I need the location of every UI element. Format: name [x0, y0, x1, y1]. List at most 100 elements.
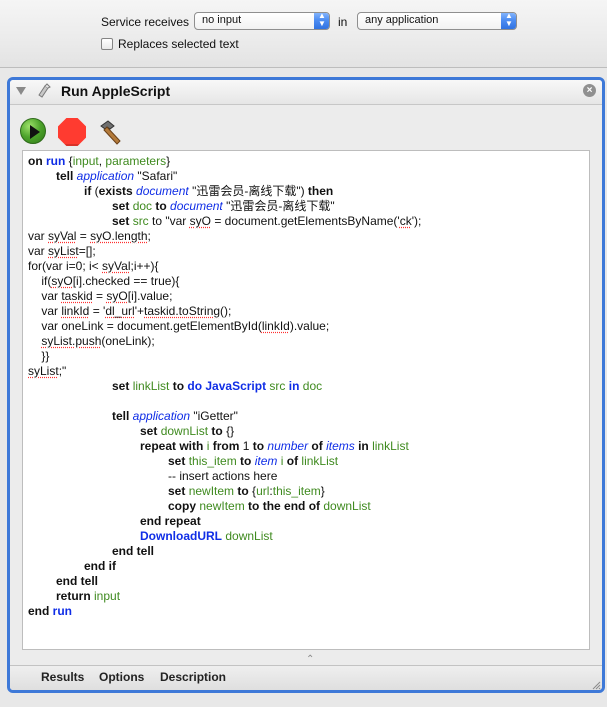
code-token: end tell — [56, 574, 99, 588]
code-line: end repeat — [28, 514, 421, 529]
code-line: end if — [28, 559, 421, 574]
code-token: doc — [132, 199, 153, 213]
code-line: var taskid = syO[i].value; — [28, 289, 421, 304]
editor-resize-handle[interactable]: ⌃ — [306, 654, 314, 665]
resize-grip-icon[interactable] — [591, 680, 601, 690]
code-token: set — [112, 199, 133, 213]
service-config-bar: Service receives no input ▲ ▼ in any appl… — [0, 0, 607, 68]
code-token: linkList — [132, 379, 170, 393]
code-token: ;" — [58, 364, 67, 378]
code-token: taskid.toString — [144, 304, 221, 318]
code-line: -- insert actions here — [28, 469, 421, 484]
code-line: set linkList to do JavaScript src in doc — [28, 379, 421, 394]
code-token: do JavaScript — [187, 379, 267, 393]
code-token: doc — [302, 379, 323, 393]
code-token: document — [136, 184, 189, 198]
code-token: taskid — [61, 289, 93, 303]
code-token: } — [166, 154, 171, 168]
code-token: syList — [48, 244, 79, 258]
code-token: input — [72, 154, 99, 168]
code-token: downList — [323, 499, 371, 513]
code-token: var — [28, 244, 49, 258]
code-token: to — [208, 424, 227, 438]
code-token: linkId — [261, 319, 290, 333]
code-token: to the end of — [244, 499, 324, 513]
code-token: src — [132, 214, 149, 228]
code-token: -- insert actions here — [168, 469, 278, 483]
code-token: application — [132, 409, 191, 423]
code-token: linkList — [372, 439, 409, 453]
code-token: newItem — [199, 499, 245, 513]
code-token: document — [170, 199, 223, 213]
run-button[interactable] — [20, 118, 46, 144]
code-token: var — [28, 289, 62, 303]
input-type-select[interactable]: no input ▲ ▼ — [194, 12, 330, 30]
code-token: tell — [112, 409, 133, 423]
code-token: item — [254, 454, 278, 468]
code-line: copy newItem to the end of downList — [28, 499, 421, 514]
code-line: var syVal = syO.length; — [28, 229, 421, 244]
code-line: set doc to document "迅雷会员-离线下载" — [28, 199, 421, 214]
code-token: { — [65, 154, 73, 168]
code-token: syVal — [102, 259, 131, 273]
code-line: set src to "var syO = document.getElemen… — [28, 214, 421, 229]
code-token: (); — [220, 304, 232, 318]
service-receives-label: Service receives — [101, 15, 190, 29]
code-token: ; — [147, 229, 151, 243]
code-token: "iGetter" — [190, 409, 238, 423]
code-token: run — [52, 604, 73, 618]
code-token: this_item — [188, 454, 237, 468]
code-token: = — [76, 229, 91, 243]
code-token: '); — [411, 214, 422, 228]
code-token: "迅雷会员-离线下载" — [222, 199, 335, 213]
applescript-editor[interactable]: on run {input, parameters} tell applicati… — [22, 150, 590, 650]
code-token: end tell — [112, 544, 155, 558]
code-line: var linkId = 'dl_url'+taskid.toString(); — [28, 304, 421, 319]
results-tab[interactable]: Results — [41, 670, 84, 684]
code-token: var — [28, 304, 62, 318]
code-token: syList — [28, 364, 59, 378]
action-header: Run AppleScript × — [10, 80, 602, 105]
code-token: to — [249, 439, 268, 453]
code-token: set — [140, 424, 161, 438]
replaces-selected-text-checkbox[interactable] — [101, 38, 113, 50]
code-token: to — [169, 379, 188, 393]
code-token: '+ — [134, 304, 144, 318]
script-icon — [38, 83, 51, 98]
code-token: items — [326, 439, 355, 453]
code-token: ).value; — [289, 319, 330, 333]
code-token: syO.length — [90, 229, 148, 243]
description-tab[interactable]: Description — [160, 670, 226, 684]
code-token: input — [94, 589, 121, 603]
code-token: set — [112, 214, 133, 228]
select-arrows-icon: ▲ ▼ — [501, 13, 516, 29]
application-select[interactable]: any application ▲ ▼ — [357, 12, 517, 30]
code-token: end — [28, 604, 53, 618]
compile-hammer-icon[interactable] — [95, 118, 125, 148]
collapse-triangle-icon[interactable] — [16, 87, 26, 95]
code-token: newItem — [188, 484, 235, 498]
code-token: of — [308, 439, 327, 453]
input-type-value: no input — [202, 14, 242, 26]
close-icon[interactable]: × — [583, 84, 596, 97]
code-token: application — [76, 169, 135, 183]
code-token: ck — [399, 214, 412, 228]
code-line: syList;" — [28, 364, 421, 379]
code-line: }} — [28, 349, 421, 364]
code-line: return input — [28, 589, 421, 604]
code-token: of — [283, 454, 302, 468]
run-applescript-action-panel: Run AppleScript × on run {input, paramet… — [7, 77, 605, 693]
code-line: end tell — [28, 544, 421, 559]
code-token: url — [256, 484, 270, 498]
code-token: this_item — [272, 484, 321, 498]
options-tab[interactable]: Options — [99, 670, 144, 684]
stop-button[interactable] — [58, 118, 86, 146]
code-token: = — [92, 289, 107, 303]
code-line: tell application "iGetter" — [28, 409, 421, 424]
code-token: "迅雷会员-离线下载") — [188, 184, 308, 198]
code-token: src — [269, 379, 286, 393]
code-token: set — [168, 454, 189, 468]
code-token: ;i++){ — [130, 259, 159, 273]
